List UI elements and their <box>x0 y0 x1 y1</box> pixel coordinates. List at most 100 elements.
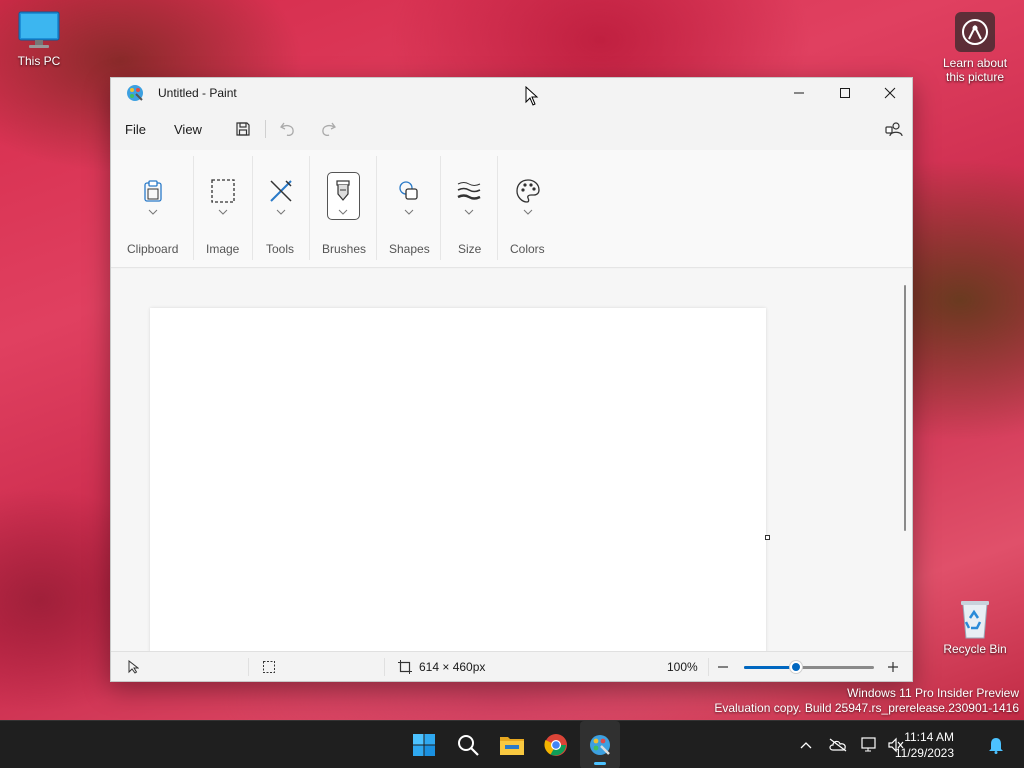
paint-app-icon <box>590 735 610 755</box>
chevron-down-icon <box>523 209 533 215</box>
undo-button[interactable] <box>277 118 299 140</box>
title-bar[interactable]: Untitled - Paint <box>111 78 912 108</box>
ribbon-group-size[interactable]: Size <box>441 150 497 268</box>
window-title: Untitled - Paint <box>158 86 237 100</box>
zoom-level-label[interactable]: 100% <box>667 660 698 674</box>
camera-info-icon <box>955 12 995 52</box>
minimize-icon <box>794 92 804 94</box>
canvas-area <box>111 269 900 658</box>
chevron-down-icon <box>276 209 286 215</box>
undo-icon <box>280 122 294 137</box>
brush-icon <box>328 176 358 206</box>
clipboard-icon <box>138 176 168 206</box>
menu-separator <box>265 120 266 138</box>
clock-date: 11/29/2023 <box>894 746 954 760</box>
cloud-off-icon <box>829 738 847 752</box>
chrome-icon <box>544 734 567 756</box>
scrollbar-thumb[interactable] <box>904 285 906 531</box>
ribbon-group-label: Brushes <box>322 242 367 256</box>
system-clock[interactable]: 11:14 AM 11/29/2023 <box>895 729 954 761</box>
ribbon-group-label: Clipboard <box>127 242 179 256</box>
ribbon-group-clipboard[interactable]: Clipboard <box>111 150 193 268</box>
windows-logo-icon <box>413 734 435 756</box>
canvas-size-label: 614 × 460px <box>419 660 486 674</box>
close-icon <box>884 87 896 99</box>
zoom-slider-thumb[interactable] <box>790 661 802 673</box>
start-button[interactable] <box>408 729 440 761</box>
status-separator <box>384 658 385 676</box>
ribbon-group-brushes[interactable]: Brushes <box>310 150 376 268</box>
watermark-line-2: Evaluation copy. Build 25947.rs_prerelea… <box>714 701 1019 715</box>
ribbon-group-label: Shapes <box>389 242 430 256</box>
canvas-resize-handle[interactable] <box>765 535 770 540</box>
chevron-up-icon <box>800 742 812 749</box>
chevron-down-icon <box>464 209 474 215</box>
taskbar: 11:14 AM 11/29/2023 <box>0 720 1024 768</box>
folder-icon <box>500 737 524 755</box>
zoom-in-icon[interactable] <box>887 661 899 673</box>
save-icon <box>236 122 250 136</box>
paint-window: Untitled - Paint File View Clipboard Ima… <box>110 77 913 682</box>
search-icon <box>458 735 479 756</box>
ribbon-group-tools[interactable]: Tools <box>253 150 309 268</box>
ribbon: Clipboard Image Tools Brushes Shapes Siz… <box>111 150 912 268</box>
maximize-button[interactable] <box>822 78 868 108</box>
mouse-cursor-icon <box>525 86 539 106</box>
minimize-button[interactable] <box>776 78 822 108</box>
menu-file[interactable]: File <box>125 122 146 137</box>
ribbon-group-shapes[interactable]: Shapes <box>377 150 440 268</box>
desktop-icon-label: Recycle Bin <box>943 642 1007 656</box>
menu-view[interactable]: View <box>174 122 202 137</box>
vertical-scrollbar[interactable] <box>898 269 912 652</box>
notifications-button[interactable] <box>986 735 1006 755</box>
show-hidden-icons-button[interactable] <box>796 735 816 755</box>
selection-icon <box>208 176 238 206</box>
taskbar-file-explorer[interactable] <box>496 729 528 761</box>
taskbar-chrome[interactable] <box>540 729 572 761</box>
palette-icon <box>513 176 543 206</box>
zoom-slider-fill <box>744 666 796 669</box>
desktop-icon-this-pc[interactable]: This PC <box>1 10 77 68</box>
cursor-position-icon <box>128 660 139 674</box>
zoom-out-icon[interactable] <box>717 661 729 673</box>
desktop-icon-learn-about-picture[interactable]: Learn about this picture <box>937 12 1013 84</box>
redo-icon <box>322 122 336 137</box>
ribbon-group-label: Size <box>458 242 482 256</box>
canvas-size-icon <box>398 660 412 674</box>
network-icon <box>861 737 876 752</box>
status-separator <box>248 658 249 676</box>
chevron-down-icon <box>148 209 158 215</box>
clock-time: 11:14 AM <box>904 730 954 744</box>
onedrive-tray-button[interactable] <box>828 735 848 755</box>
watermark-line-1: Windows 11 Pro Insider Preview <box>847 686 1019 700</box>
recycle-bin-icon <box>953 598 997 639</box>
bell-icon <box>989 738 1003 754</box>
redo-button[interactable] <box>317 118 339 140</box>
menu-bar: File View <box>111 112 912 144</box>
windows-watermark: Windows 11 Pro Insider Preview Evaluatio… <box>714 686 1019 716</box>
selection-size-icon <box>263 661 275 673</box>
chevron-down-icon <box>218 209 228 215</box>
stroke-size-icon <box>454 176 484 206</box>
chevron-down-icon <box>338 209 348 215</box>
network-tray-button[interactable] <box>860 735 880 755</box>
search-button[interactable] <box>452 729 484 761</box>
paint-app-icon <box>126 84 144 102</box>
drawing-canvas[interactable] <box>150 308 766 658</box>
ribbon-group-colors[interactable]: Colors <box>498 150 558 268</box>
desktop-icon-label: Learn about this picture <box>942 56 1008 84</box>
taskbar-paint[interactable] <box>584 729 616 761</box>
settings-button[interactable] <box>883 118 905 140</box>
close-button[interactable] <box>867 78 912 108</box>
monitor-icon <box>17 10 61 50</box>
status-bar: 614 × 460px 100% <box>111 651 912 681</box>
ribbon-group-label: Colors <box>510 242 545 256</box>
desktop-icon-recycle-bin[interactable]: Recycle Bin <box>937 598 1013 656</box>
save-button[interactable] <box>232 118 254 140</box>
chevron-down-icon <box>404 209 414 215</box>
maximize-icon <box>840 88 850 98</box>
zoom-slider-track[interactable] <box>744 666 874 669</box>
ribbon-group-image[interactable]: Image <box>194 150 252 268</box>
shapes-icon <box>394 176 424 206</box>
tools-icon <box>266 176 296 206</box>
